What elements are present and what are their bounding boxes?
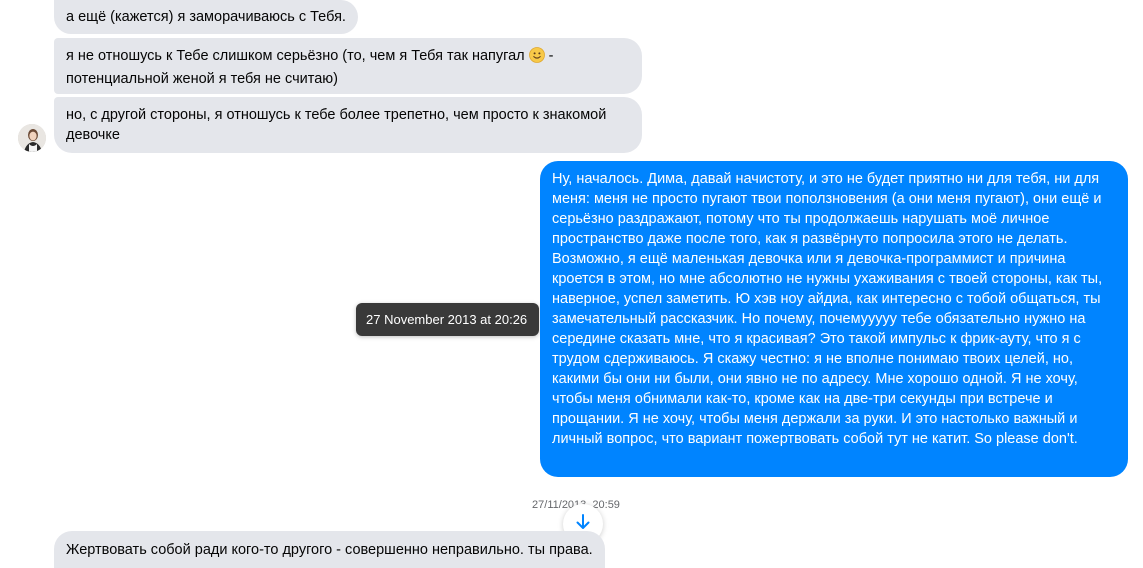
timestamp-tooltip: 27 November 2013 at 20:26 [356,303,539,336]
incoming-message[interactable]: а ещё (кажется) я заморачиваюсь с Тебя. [54,0,358,34]
message-text: Ну, началось. Дима, давай начистоту, и э… [552,171,1103,447]
avatar[interactable] [18,124,46,152]
incoming-message[interactable]: Жертвовать собой ради кого-то другого - … [54,531,605,568]
slightly-smiling-face-icon [528,47,545,69]
message-text: Жертвовать собой ради кого-то другого - … [66,542,593,558]
outgoing-message[interactable]: Ну, началось. Дима, давай начистоту, и э… [540,161,1128,477]
tooltip-text: 27 November 2013 at 20:26 [366,312,528,327]
chat-thread: а ещё (кажется) я заморачиваюсь с Тебя. … [0,0,1143,568]
message-text: но, с другой стороны, я отношусь к тебе … [66,107,607,143]
message-text: а ещё (кажется) я заморачиваюсь с Тебя. [66,9,346,25]
incoming-message[interactable]: я не отношусь к Тебе слишком серьёзно (т… [54,38,642,94]
incoming-message[interactable]: но, с другой стороны, я отношусь к тебе … [54,97,642,153]
message-text: я не отношусь к Тебе слишком серьёзно (т… [66,48,529,64]
